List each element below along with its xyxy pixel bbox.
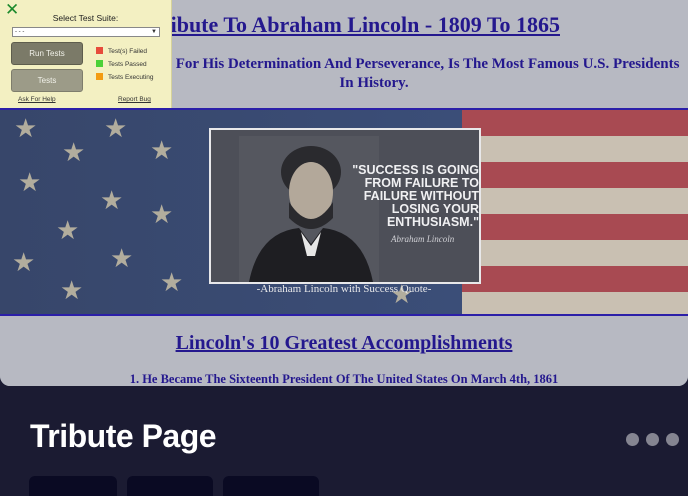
test-suite-label: Select Test Suite: <box>52 13 119 23</box>
tag-button[interactable] <box>223 476 319 496</box>
tag-button[interactable] <box>29 476 117 496</box>
executing-swatch <box>96 73 103 80</box>
star-icon: ★ <box>150 200 174 230</box>
star-icon: ★ <box>100 186 124 216</box>
star-icon: ★ <box>12 248 36 278</box>
star-icon: ★ <box>150 136 174 166</box>
star-icon: ★ <box>110 244 134 274</box>
passed-swatch <box>96 60 103 67</box>
more-options-button[interactable] <box>626 433 679 446</box>
dot-icon <box>666 433 679 446</box>
tag-button[interactable] <box>127 476 213 496</box>
legend-passed-label: Tests Passed <box>108 61 147 68</box>
legend-failed-label: Test(s) Failed <box>108 48 148 55</box>
star-icon: ★ <box>62 138 86 168</box>
image-quote: "SUCCESS IS GOING FROM FAILURE TO FAILUR… <box>352 163 479 229</box>
list-item: 1. He Became The Sixteenth President Of … <box>129 372 559 386</box>
legend-failed: Test(s) Failed <box>96 47 147 56</box>
project-title: Tribute Page <box>30 418 217 454</box>
test-suite-select-value: - - - <box>15 29 25 35</box>
lincoln-image: "SUCCESS IS GOING FROM FAILURE TO FAILUR… <box>209 128 481 284</box>
star-icon: ★ <box>104 114 128 144</box>
test-suite-select[interactable]: - - - ▼ <box>12 27 160 37</box>
project-preview: A Tribute To Abraham Lincoln - 1809 To 1… <box>0 0 688 386</box>
legend-executing-label: Tests Executing <box>108 74 154 81</box>
accomplishments-section: Lincoln's 10 Greatest Accomplishments 1.… <box>0 316 688 386</box>
legend-passed: Tests Passed <box>96 60 147 69</box>
ask-for-help-link[interactable]: Ask For Help <box>18 96 56 103</box>
failed-swatch <box>96 47 103 54</box>
tests-button[interactable]: Tests <box>11 69 83 92</box>
section-heading: Lincoln's 10 Greatest Accomplishments <box>175 332 513 354</box>
dot-icon <box>626 433 639 446</box>
report-bug-link[interactable]: Report Bug <box>118 96 151 103</box>
legend-executing: Tests Executing <box>96 73 154 82</box>
star-icon: ★ <box>18 168 42 198</box>
test-suite-panel: ✕ Select Test Suite: - - - ▼ Run Tests T… <box>0 0 172 108</box>
star-icon: ★ <box>56 216 80 246</box>
run-tests-button[interactable]: Run Tests <box>11 42 83 65</box>
image-signature: Abraham Lincoln <box>391 234 455 244</box>
star-icon: ★ <box>14 114 38 144</box>
chevron-down-icon: ▼ <box>151 29 157 35</box>
dot-icon <box>646 433 659 446</box>
image-caption: -Abraham Lincoln with Success Quote- <box>256 283 432 295</box>
